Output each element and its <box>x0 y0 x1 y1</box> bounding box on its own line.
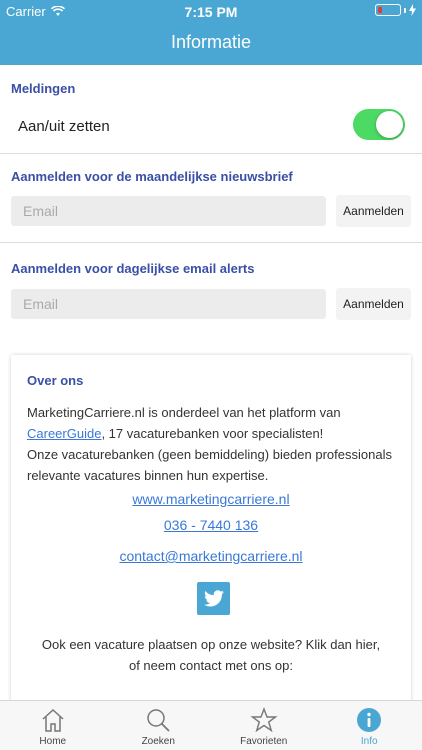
notifications-toggle[interactable] <box>353 109 405 140</box>
about-description: Onze vacaturebanken (geen bemiddeling) b… <box>27 447 392 483</box>
status-right <box>375 4 416 16</box>
status-bar: Carrier 7:15 PM <box>0 0 422 22</box>
about-footer-text: Ook een vacature plaatsen op onze websit… <box>11 634 411 676</box>
email-link[interactable]: contact@marketingcarriere.nl <box>11 548 411 564</box>
footer-comma: , <box>376 637 381 652</box>
tab-info-label: Info <box>360 736 378 747</box>
tab-home[interactable]: Home <box>0 701 106 750</box>
info-icon <box>357 708 382 732</box>
alerts-email-input[interactable] <box>11 289 326 319</box>
tab-search-label: Zoeken <box>141 736 175 747</box>
about-intro-end: , 17 vacaturebanken voor specialisten! <box>101 426 324 441</box>
about-text: MarketingCarriere.nl is onderdeel van he… <box>27 402 399 486</box>
tab-favorites-label: Favorieten <box>240 736 288 747</box>
newsletter-section-title: Aanmelden voor de maandelijkse nieuwsbri… <box>11 169 293 184</box>
notifications-toggle-label: Aan/uit zetten <box>18 118 110 135</box>
content-area[interactable]: Meldingen Aan/uit zetten Aanmelden voor … <box>0 65 422 700</box>
battery-tip <box>404 7 406 13</box>
careerguide-link[interactable]: CareerGuide <box>27 426 101 441</box>
tab-info[interactable]: Info <box>317 701 422 750</box>
footer-line2: of neem contact met ons op: <box>128 658 294 673</box>
home-icon <box>42 708 64 732</box>
divider <box>0 153 422 154</box>
newsletter-email-input[interactable] <box>11 196 326 226</box>
toggle-knob <box>376 111 403 138</box>
footer-text: Ook een vacature plaatsen op onze websit… <box>41 637 356 652</box>
tab-bar: Home Zoeken Favorieten Info <box>0 700 422 750</box>
about-card: Over ons MarketingCarriere.nl is onderde… <box>11 355 411 700</box>
phone-link[interactable]: 036 - 7440 136 <box>11 517 411 533</box>
tab-favorites[interactable]: Favorieten <box>211 701 317 750</box>
alerts-signup-button[interactable]: Aanmelden <box>336 288 411 320</box>
divider <box>0 242 422 243</box>
about-title: Over ons <box>27 373 84 388</box>
page-title: Informatie <box>170 32 252 52</box>
tab-search[interactable]: Zoeken <box>106 701 212 750</box>
battery-icon <box>375 4 401 16</box>
newsletter-signup-button[interactable]: Aanmelden <box>336 195 411 227</box>
alerts-section-title: Aanmelden voor dagelijkse email alerts <box>11 261 255 276</box>
tab-home-label: Home <box>39 736 67 747</box>
charging-icon <box>409 4 416 16</box>
about-intro-text: MarketingCarriere.nl is onderdeel van he… <box>27 405 341 420</box>
status-time: 7:15 PM <box>184 4 238 20</box>
notifications-section-title: Meldingen <box>11 81 76 96</box>
app-header: Carrier 7:15 PM Informatie <box>0 0 422 65</box>
twitter-icon <box>203 590 224 607</box>
twitter-button[interactable] <box>197 582 230 615</box>
here-link[interactable]: hier <box>356 637 377 652</box>
search-icon <box>147 709 170 732</box>
website-link[interactable]: www.marketingcarriere.nl <box>11 491 411 507</box>
star-icon <box>250 707 278 733</box>
